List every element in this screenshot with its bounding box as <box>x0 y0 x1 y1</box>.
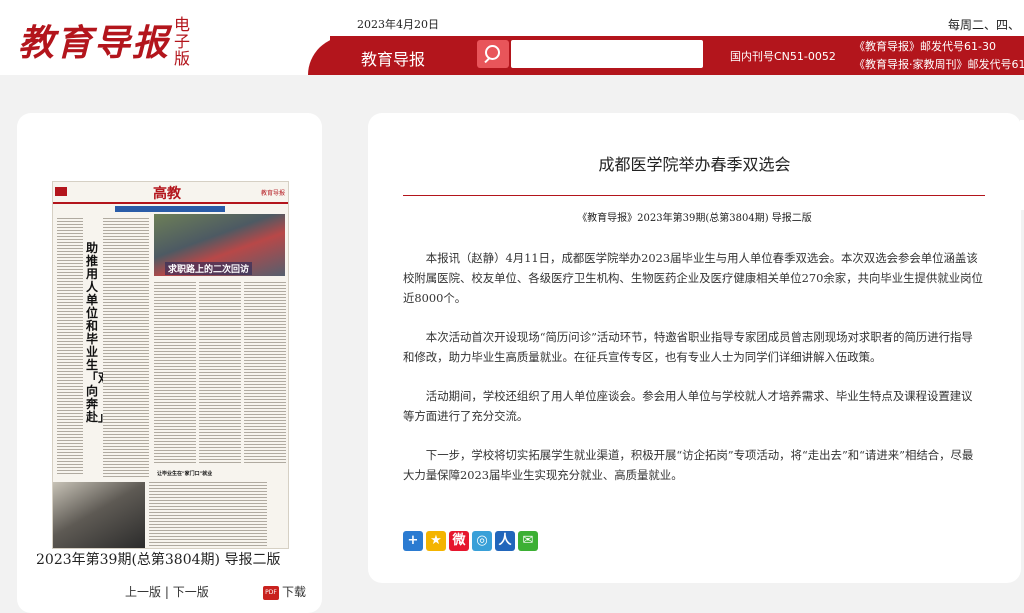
postal-code-main: 《教育导报》邮发代号61-30 <box>854 40 996 53</box>
thumbnail-masthead: 高教 <box>153 186 181 202</box>
postal-code-family: 《教育导报·家教周刊》邮发代号61 <box>854 58 1024 71</box>
share-more-icon[interactable]: + <box>403 531 423 551</box>
thumbnail-masthead-bar: 高教 教育导报 <box>53 182 288 204</box>
page-thumbnail[interactable]: 高教 教育导报 助推用人单位和毕业生「双向奔赴」 求职路上的二次回访 让毕业生在… <box>52 181 289 549</box>
thumbnail-photo-caption: 求职路上的二次回访 <box>165 262 253 275</box>
scrollbar[interactable] <box>1020 120 1024 210</box>
search-button[interactable] <box>477 40 509 68</box>
issue-date: 2023年4月20日 <box>357 18 439 31</box>
edition-label: 电子版 <box>173 15 190 68</box>
thumbnail-subheadline: 让毕业生在"家门口"就业 <box>157 471 213 477</box>
article-paragraph: 本报讯（赵静）4月11日，成都医学院举办2023届毕业生与用人单位春季双选会。本… <box>403 251 983 305</box>
weibo-icon[interactable]: 微 <box>449 531 469 551</box>
article-paragraph: 下一步，学校将切实拓展学生就业渠道，积极开展“访企拓岗”专项活动，将“走出去”和… <box>403 448 974 482</box>
download-label: 下载 <box>282 585 307 599</box>
qzone-icon[interactable]: ★ <box>426 531 446 551</box>
thumbnail-text-column <box>149 480 267 546</box>
pager-separator: | <box>161 585 173 599</box>
title-divider <box>403 195 985 196</box>
pdf-icon: PDF <box>263 585 279 600</box>
wechat-icon[interactable]: ✉ <box>518 531 538 551</box>
thumbnail-text-column <box>57 216 83 476</box>
publication-days: 每周二、四、 <box>947 18 1020 32</box>
renren-icon[interactable]: 人 <box>495 531 515 551</box>
search-icon-handle <box>484 56 491 64</box>
tencent-weibo-icon[interactable]: ◎ <box>472 531 492 551</box>
page-caption: 2023年第39期(总第3804期) 导报二版 <box>36 552 281 568</box>
thumbnail-photo-bottom <box>53 482 145 548</box>
article-panel: 成都医学院举办春季双选会 《教育导报》2023年第39期(总第3804期) 导报… <box>368 113 1021 583</box>
issn-number: 国内刊号CN51-0052 <box>730 50 836 63</box>
postal-codes: 《教育导报》邮发代号61-30 《教育导报·家教周刊》邮发代号61 <box>854 38 1024 74</box>
download-button[interactable]: PDF 下载 <box>263 583 306 600</box>
thumbnail-logo-icon <box>55 187 67 196</box>
prev-page-link[interactable]: 上一版 <box>125 585 161 599</box>
thumbnail-headline: 助推用人单位和毕业生「双向奔赴」 <box>86 241 111 424</box>
share-bar: + ★ 微 ◎ 人 ✉ <box>403 531 541 553</box>
article-title: 成都医学院举办春季双选会 <box>598 155 791 174</box>
thumbnail-text-column <box>103 216 149 478</box>
search-input[interactable] <box>511 40 703 68</box>
article-paragraph: 本次活动首次开设现场“简历问诊”活动环节，特邀省职业指导专家团成员曾志刚现场对求… <box>403 330 973 364</box>
article-source: 《教育导报》2023年第39期(总第3804期) 导报二版 <box>577 213 812 224</box>
header-bar-title: 教育导报 <box>361 50 426 69</box>
thumbnail-text-column <box>154 280 196 465</box>
site-logo[interactable]: 教育导报 <box>18 14 170 66</box>
thumbnail-text-column <box>244 280 286 465</box>
article-body: 本报讯（赵静）4月11日，成都医学院举办2023届毕业生与用人单位春季双选会。本… <box>403 248 983 504</box>
thumbnail-paper-name: 教育导报 <box>260 190 285 197</box>
article-paragraph: 活动期间，学校还组织了用人单位座谈会。参会用人单位与学校就人才培养需求、毕业生特… <box>403 389 973 423</box>
page-pager: 上一版 | 下一版 <box>125 583 209 600</box>
next-page-link[interactable]: 下一版 <box>173 585 209 599</box>
thumbnail-text-column <box>199 280 241 465</box>
thumbnail-banner <box>115 206 225 212</box>
